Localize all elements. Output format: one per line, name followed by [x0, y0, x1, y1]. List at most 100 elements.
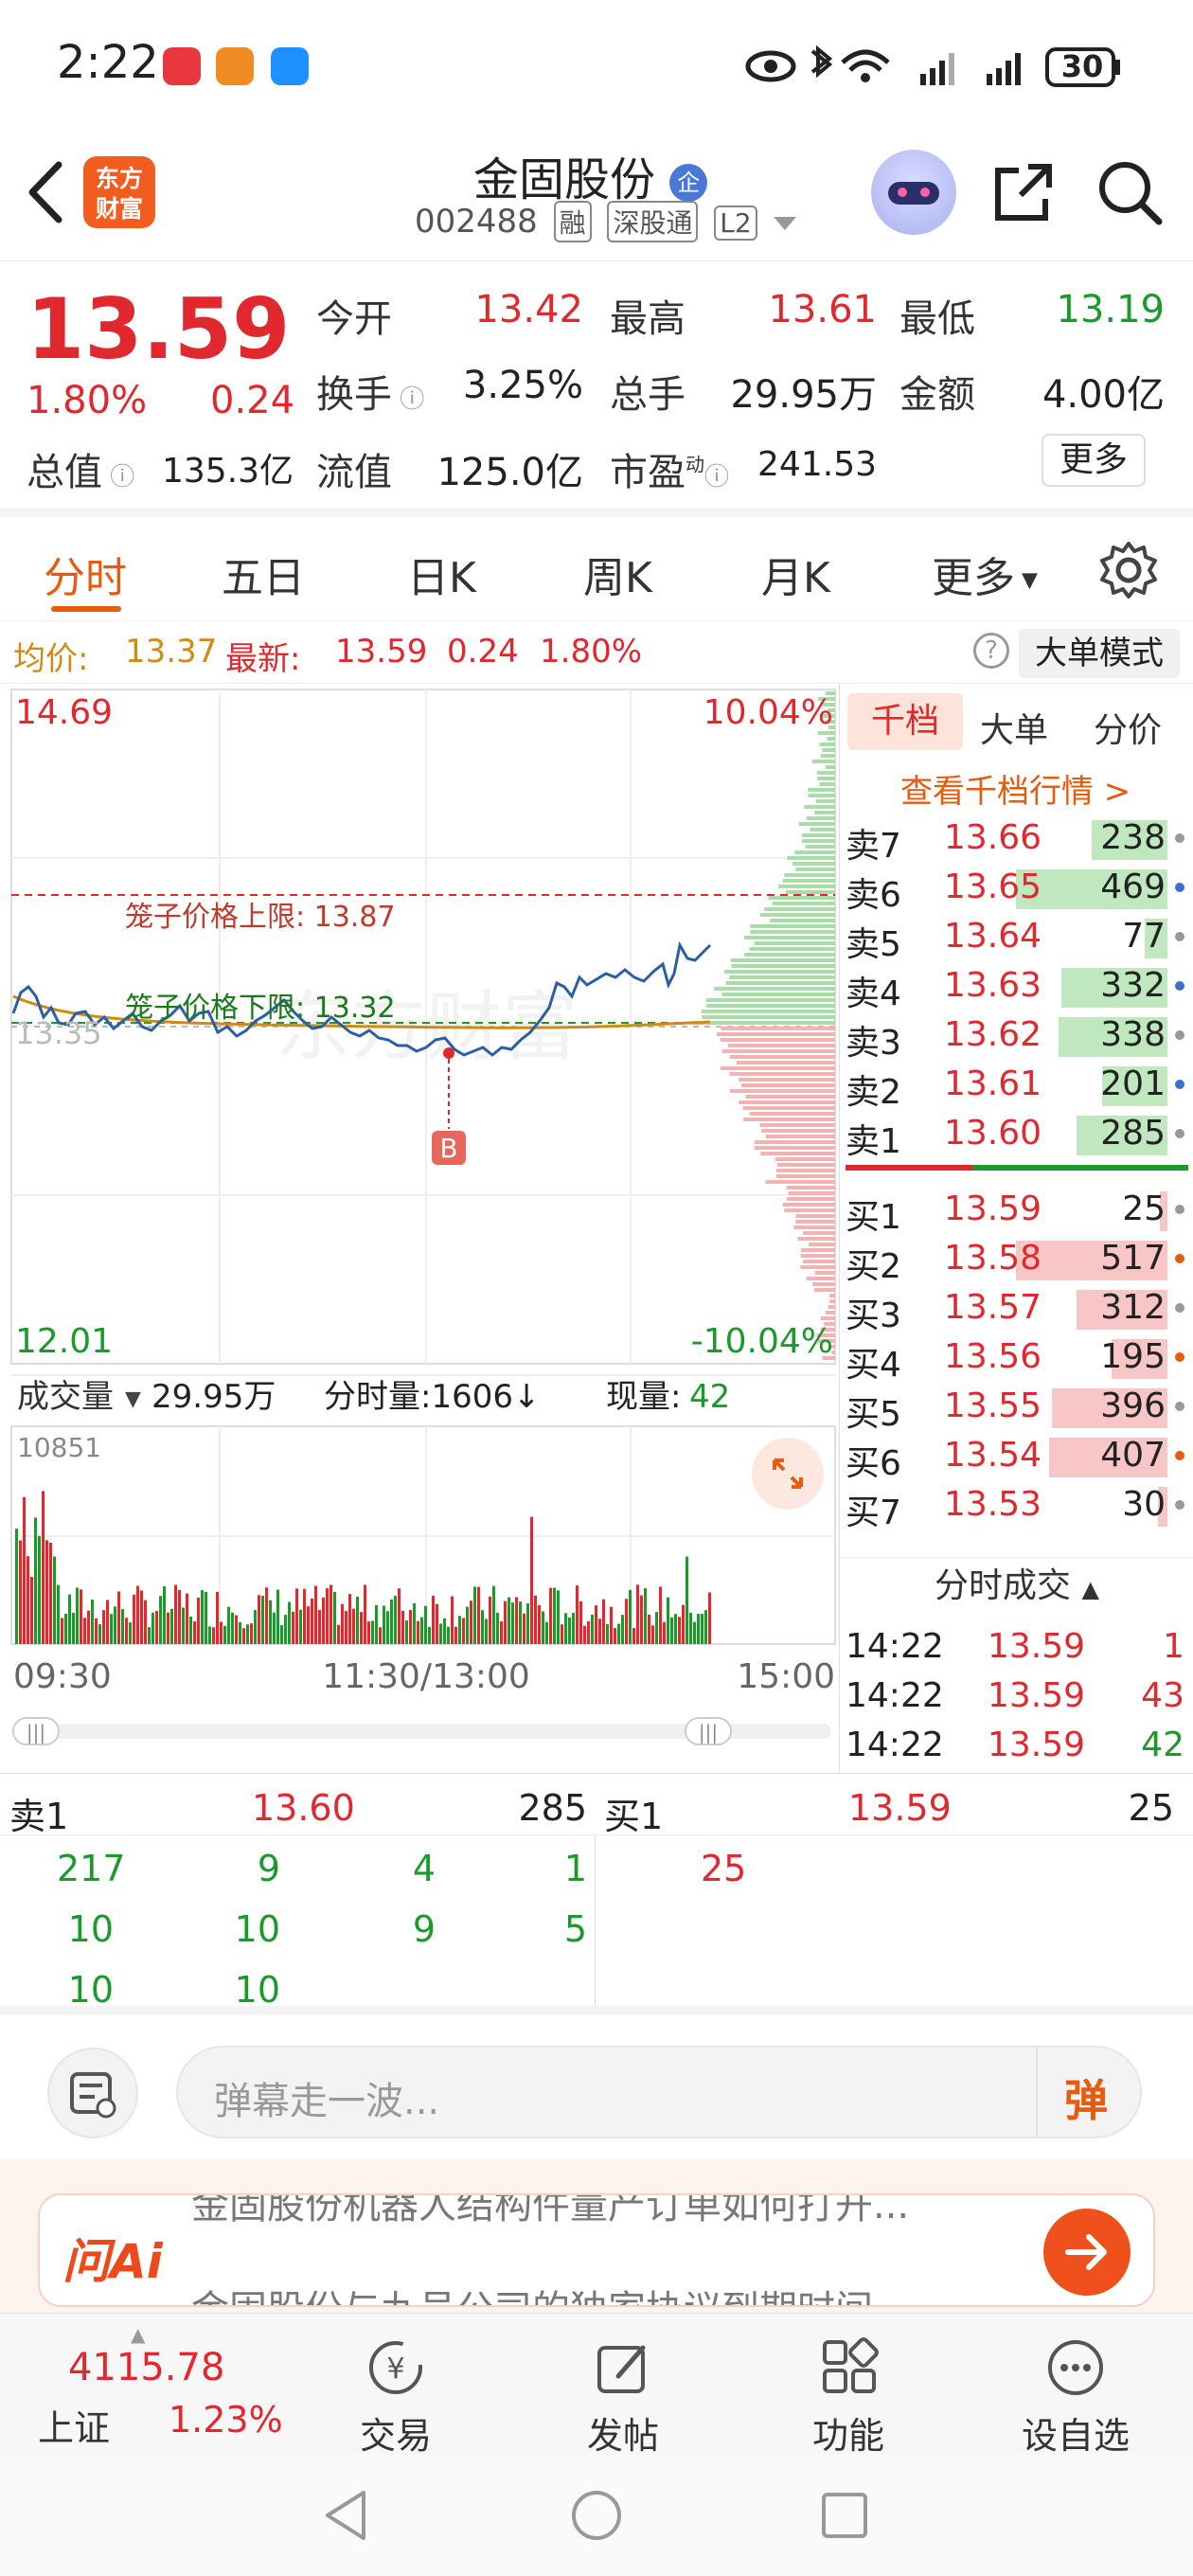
volume-bar — [356, 1596, 359, 1644]
level-volume: 469 — [1100, 868, 1166, 906]
volume-bar — [561, 1624, 563, 1644]
stock-code-row[interactable]: 002488 融 深股通 L2 — [415, 201, 796, 242]
signal-icon-1 — [920, 53, 954, 85]
volume-bar — [95, 1618, 98, 1644]
back-icon[interactable] — [21, 159, 68, 225]
bid-row[interactable]: 买5 13.55 396 — [846, 1383, 1188, 1434]
tab-more[interactable]: 更多 ▼ — [932, 544, 1038, 604]
bid-row[interactable]: 买7 13.53 30 — [846, 1481, 1188, 1532]
nav-post[interactable]: 发帖 — [557, 2334, 689, 2459]
open-value: 13.42 — [474, 288, 583, 331]
volume-bar — [674, 1614, 677, 1644]
intraday-chart[interactable]: 东方财富 B 14.69 10.04% 13.35 12.01 -10.04% … — [0, 684, 839, 1773]
tab-monthly-k[interactable]: 月K — [761, 544, 830, 604]
home-nav-icon[interactable] — [572, 2491, 621, 2540]
bid-row[interactable]: 买2 13.58 517 — [846, 1235, 1188, 1286]
recents-nav-icon[interactable] — [822, 2493, 867, 2538]
ticks-header[interactable]: 分时成交 ▲ — [840, 1557, 1193, 1618]
depth-bar — [702, 1015, 835, 1019]
app-logo[interactable]: 东方 财富 — [83, 156, 155, 228]
level-label: 卖3 — [846, 1024, 901, 1063]
volume-bar — [189, 1616, 192, 1644]
index-ticker[interactable]: ▲ 4115.78 上证 1.23% — [19, 2323, 284, 2449]
volume-bar — [352, 1608, 355, 1644]
volume-bar — [163, 1586, 166, 1644]
ai-question-2[interactable]: 金固股份与九号公司的独家协议到期时间 — [191, 2279, 873, 2305]
volume-bar — [121, 1608, 124, 1644]
depth-bar — [820, 754, 835, 758]
barrage-input[interactable]: 弹幕走一波... 弹 — [176, 2046, 1142, 2138]
tab-weekly-k[interactable]: 周K — [583, 544, 652, 604]
big-order-mode-button[interactable]: 大单模式 — [1019, 629, 1180, 678]
volume-bar — [307, 1606, 310, 1644]
fullscreen-button[interactable] — [752, 1438, 824, 1510]
level-label: 买7 — [846, 1494, 901, 1532]
order-dot-icon — [1175, 883, 1184, 892]
ai-question-1[interactable]: 金固股份机器人结构件量产订单如何打开... — [191, 2195, 909, 2229]
bid-row[interactable]: 买3 13.57 312 — [846, 1284, 1188, 1335]
help-icon[interactable]: ? — [973, 633, 1009, 669]
nav-trade[interactable]: ¥ 交易 — [329, 2334, 462, 2459]
nav-functions[interactable]: 功能 — [782, 2334, 915, 2459]
barrage-list-button[interactable] — [47, 2048, 138, 2138]
tab-price-distribution[interactable]: 分价 — [1094, 703, 1162, 752]
stock-title[interactable]: 金固股份 企 — [473, 142, 708, 208]
volume-bar — [208, 1626, 211, 1644]
tab-big-orders[interactable]: 大单 — [980, 703, 1048, 752]
settings-gear-icon[interactable] — [1098, 540, 1159, 600]
bid-row[interactable]: 买6 13.54 407 — [846, 1432, 1188, 1483]
ask-row[interactable]: 卖4 13.63 332 — [846, 962, 1188, 1013]
more-button[interactable]: 更多 — [1042, 434, 1146, 487]
volume-bar — [553, 1587, 556, 1644]
tab-thousand-levels[interactable]: 千档 — [847, 693, 963, 750]
level-price: 13.61 — [944, 1064, 1042, 1103]
depth-bar — [759, 913, 835, 917]
depth-bar — [782, 1203, 835, 1207]
nav-add-watchlist[interactable]: 设自选 — [1009, 2334, 1142, 2459]
share-icon[interactable] — [990, 159, 1057, 225]
view-all-levels-link[interactable]: 查看千档行情 > — [900, 765, 1131, 812]
ask-row[interactable]: 卖3 13.62 338 — [846, 1011, 1188, 1063]
volume-bar — [98, 1624, 101, 1644]
volume-bar — [485, 1619, 488, 1644]
robot-assistant-icon[interactable] — [871, 150, 956, 235]
ask-row[interactable]: 卖6 13.65 469 — [846, 864, 1188, 915]
back-nav-icon[interactable] — [326, 2491, 365, 2540]
period-tabs: 分时 五日 日K 周K 月K 更多 ▼ — [0, 517, 1193, 621]
depth-bar — [787, 856, 835, 860]
tab-daily-k[interactable]: 日K — [407, 544, 476, 604]
depth-bar — [825, 1311, 835, 1315]
volume-bar — [500, 1620, 503, 1644]
bid-row[interactable]: 买4 13.56 195 — [846, 1333, 1188, 1385]
volume-bar — [83, 1618, 86, 1644]
volume-dropdown-icon[interactable]: ▼ — [125, 1387, 141, 1411]
volume-bar — [72, 1613, 75, 1644]
depth-bar — [770, 919, 835, 922]
ask-row[interactable]: 卖1 13.60 285 — [846, 1110, 1188, 1161]
svg-text:¥: ¥ — [386, 2352, 404, 2386]
stock-header: 东方 财富 金固股份 企 002488 融 深股通 L2 — [0, 133, 1193, 261]
bid-row[interactable]: 买1 13.59 25 — [846, 1186, 1188, 1237]
volume-bar — [678, 1617, 681, 1644]
barrage-send-button[interactable]: 弹 — [1064, 2066, 1108, 2129]
chat-app-icon — [216, 47, 254, 85]
ask-row[interactable]: 卖7 13.66 238 — [846, 814, 1188, 866]
volume-bar — [568, 1617, 571, 1644]
search-icon[interactable] — [1095, 157, 1166, 229]
volume-bar — [265, 1587, 268, 1644]
wifi-icon — [841, 49, 890, 82]
depth-bar — [811, 760, 835, 763]
depth-bar — [801, 833, 835, 837]
depth-bar — [814, 811, 835, 814]
ask-row[interactable]: 卖5 13.64 77 — [846, 913, 1188, 964]
tab-intraday[interactable]: 分时 — [44, 544, 127, 604]
ai-banner: 问Ai 金固股份机器人结构件量产订单如何打开... 金固股份与九号公司的独家协议… — [0, 2159, 1193, 2313]
depth-bar — [739, 1100, 835, 1104]
depth-bar — [754, 941, 835, 945]
volume-bar — [242, 1628, 245, 1644]
ask-row[interactable]: 卖2 13.61 201 — [846, 1061, 1188, 1112]
ai-go-button[interactable] — [1043, 2209, 1131, 2296]
ai-question-card[interactable]: 问Ai 金固股份机器人结构件量产订单如何打开... 金固股份与九号公司的独家协议… — [38, 2193, 1155, 2307]
volume-bar — [462, 1618, 465, 1644]
tab-five-day[interactable]: 五日 — [222, 544, 305, 604]
